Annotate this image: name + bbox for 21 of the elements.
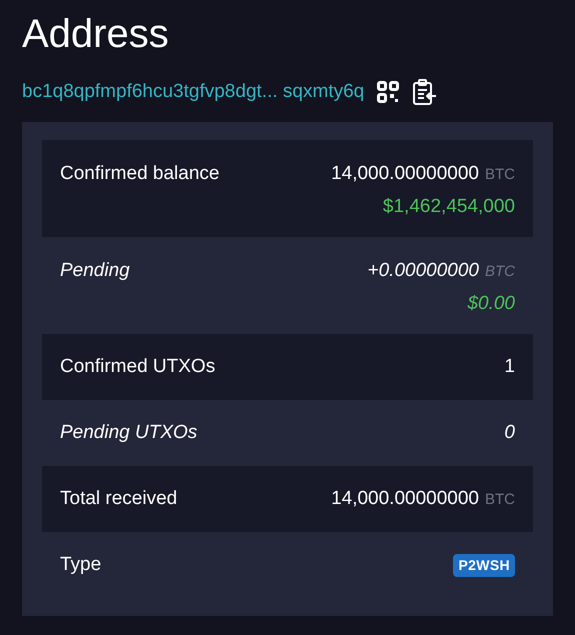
fiat-value: $1,462,454,000 xyxy=(382,194,515,218)
qr-code-icon[interactable] xyxy=(376,80,400,104)
row-label: Total received xyxy=(60,486,178,511)
row-label: Type xyxy=(60,552,102,577)
clipboard-icon[interactable] xyxy=(412,78,438,106)
amount-value: 14,000.00000000 xyxy=(331,162,479,186)
row-label: Pending UTXOs xyxy=(60,420,198,445)
row-label: Confirmed UTXOs xyxy=(60,354,216,379)
unit-label: BTC xyxy=(485,490,515,510)
unit-label: BTC xyxy=(485,165,515,185)
count-value: 1 xyxy=(504,354,515,379)
page-title: Address xyxy=(22,11,170,54)
amount-value: +0.00000000 xyxy=(368,259,479,283)
row-label: Pending xyxy=(60,259,130,283)
amount-value: 14,000.00000000 xyxy=(331,486,479,511)
unit-label: BTC xyxy=(485,262,515,282)
type-badge: P2WSH xyxy=(453,554,515,576)
count-value: 0 xyxy=(504,420,515,445)
fiat-value: $0.00 xyxy=(467,292,515,316)
row-label: Confirmed balance xyxy=(60,162,220,186)
address-link[interactable]: bc1q8qpfmpf6hcu3tgfvp8dgt... sqxmty6q xyxy=(22,78,364,106)
